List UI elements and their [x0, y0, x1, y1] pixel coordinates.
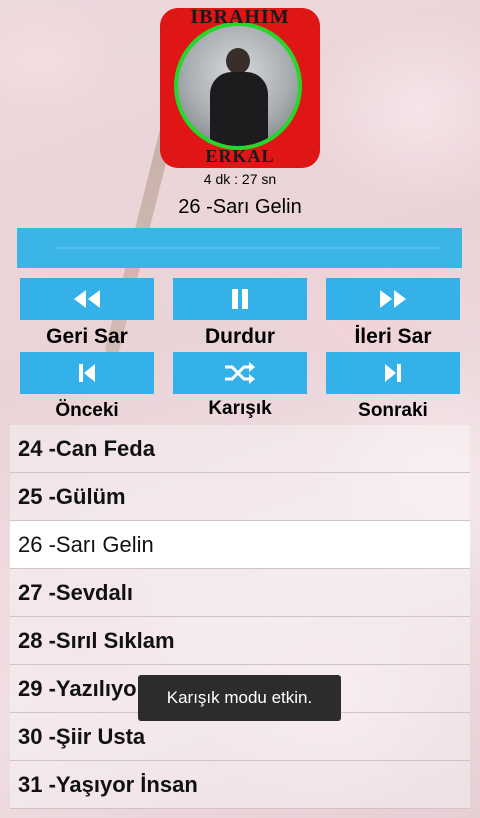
next-button[interactable] — [326, 352, 460, 394]
playlist-item[interactable]: 27 -Sevdalı — [10, 569, 470, 617]
playlist-item-title: 27 -Sevdalı — [18, 579, 133, 605]
track-duration: 4 dk : 27 sn — [203, 171, 277, 187]
artist-head — [226, 48, 250, 74]
playlist-item-title: 25 -Gülüm — [18, 483, 126, 509]
album-title-bottom: ERKAL — [205, 146, 275, 166]
artist-photo — [174, 22, 302, 150]
playlist-item-title: 30 -Şiir Usta — [18, 723, 146, 749]
skip-next-icon — [385, 364, 401, 382]
album-art: İBRAHİM ERKAL — [160, 8, 320, 168]
next-label: Sonraki — [358, 400, 428, 421]
playlist-item-selected[interactable]: 26 -Sarı Gelin — [10, 521, 470, 569]
rewind-button[interactable] — [20, 278, 154, 320]
playlist-item[interactable]: 25 -Gülüm — [10, 473, 470, 521]
playlist-item-title: 26 -Sarı Gelin — [18, 531, 154, 557]
playlist-item-title: 28 -Sırıl Sıklam — [18, 627, 175, 653]
playlist-item-title: 24 -Can Feda — [18, 435, 155, 461]
rewind-icon — [74, 290, 100, 308]
fast-forward-icon — [380, 290, 406, 308]
seek-bar[interactable] — [17, 228, 462, 268]
playlist-item-title: 31 -Yaşıyor İnsan — [18, 771, 198, 797]
artist-body — [210, 72, 268, 146]
shuffle-icon — [225, 362, 255, 384]
toast-message: Karışık modu etkin. — [138, 675, 341, 721]
now-playing-title: 26 -Sarı Gelin — [178, 196, 302, 218]
previous-label: Önceki — [55, 400, 119, 421]
album-title-top: İBRAHİM — [190, 8, 290, 28]
skip-previous-icon — [79, 364, 95, 382]
shuffle-button[interactable] — [173, 352, 307, 394]
previous-button[interactable] — [20, 352, 154, 394]
fast-forward-label: İleri Sar — [354, 325, 432, 348]
pause-button[interactable] — [173, 278, 307, 320]
pause-icon — [232, 289, 248, 309]
playlist-item[interactable]: 31 -Yaşıyor İnsan — [10, 761, 470, 809]
playlist-item-title: 29 -Yazılıyor — [18, 675, 146, 701]
shuffle-label: Karışık — [208, 398, 272, 419]
playlist-item[interactable]: 24 -Can Feda — [10, 425, 470, 473]
pause-label: Durdur — [205, 325, 275, 348]
fast-forward-button[interactable] — [326, 278, 460, 320]
rewind-label: Geri Sar — [46, 325, 128, 348]
playlist-item[interactable]: 28 -Sırıl Sıklam — [10, 617, 470, 665]
seek-track[interactable] — [55, 247, 440, 249]
playlist[interactable]: 24 -Can Feda 25 -Gülüm 26 -Sarı Gelin 27… — [10, 425, 470, 818]
